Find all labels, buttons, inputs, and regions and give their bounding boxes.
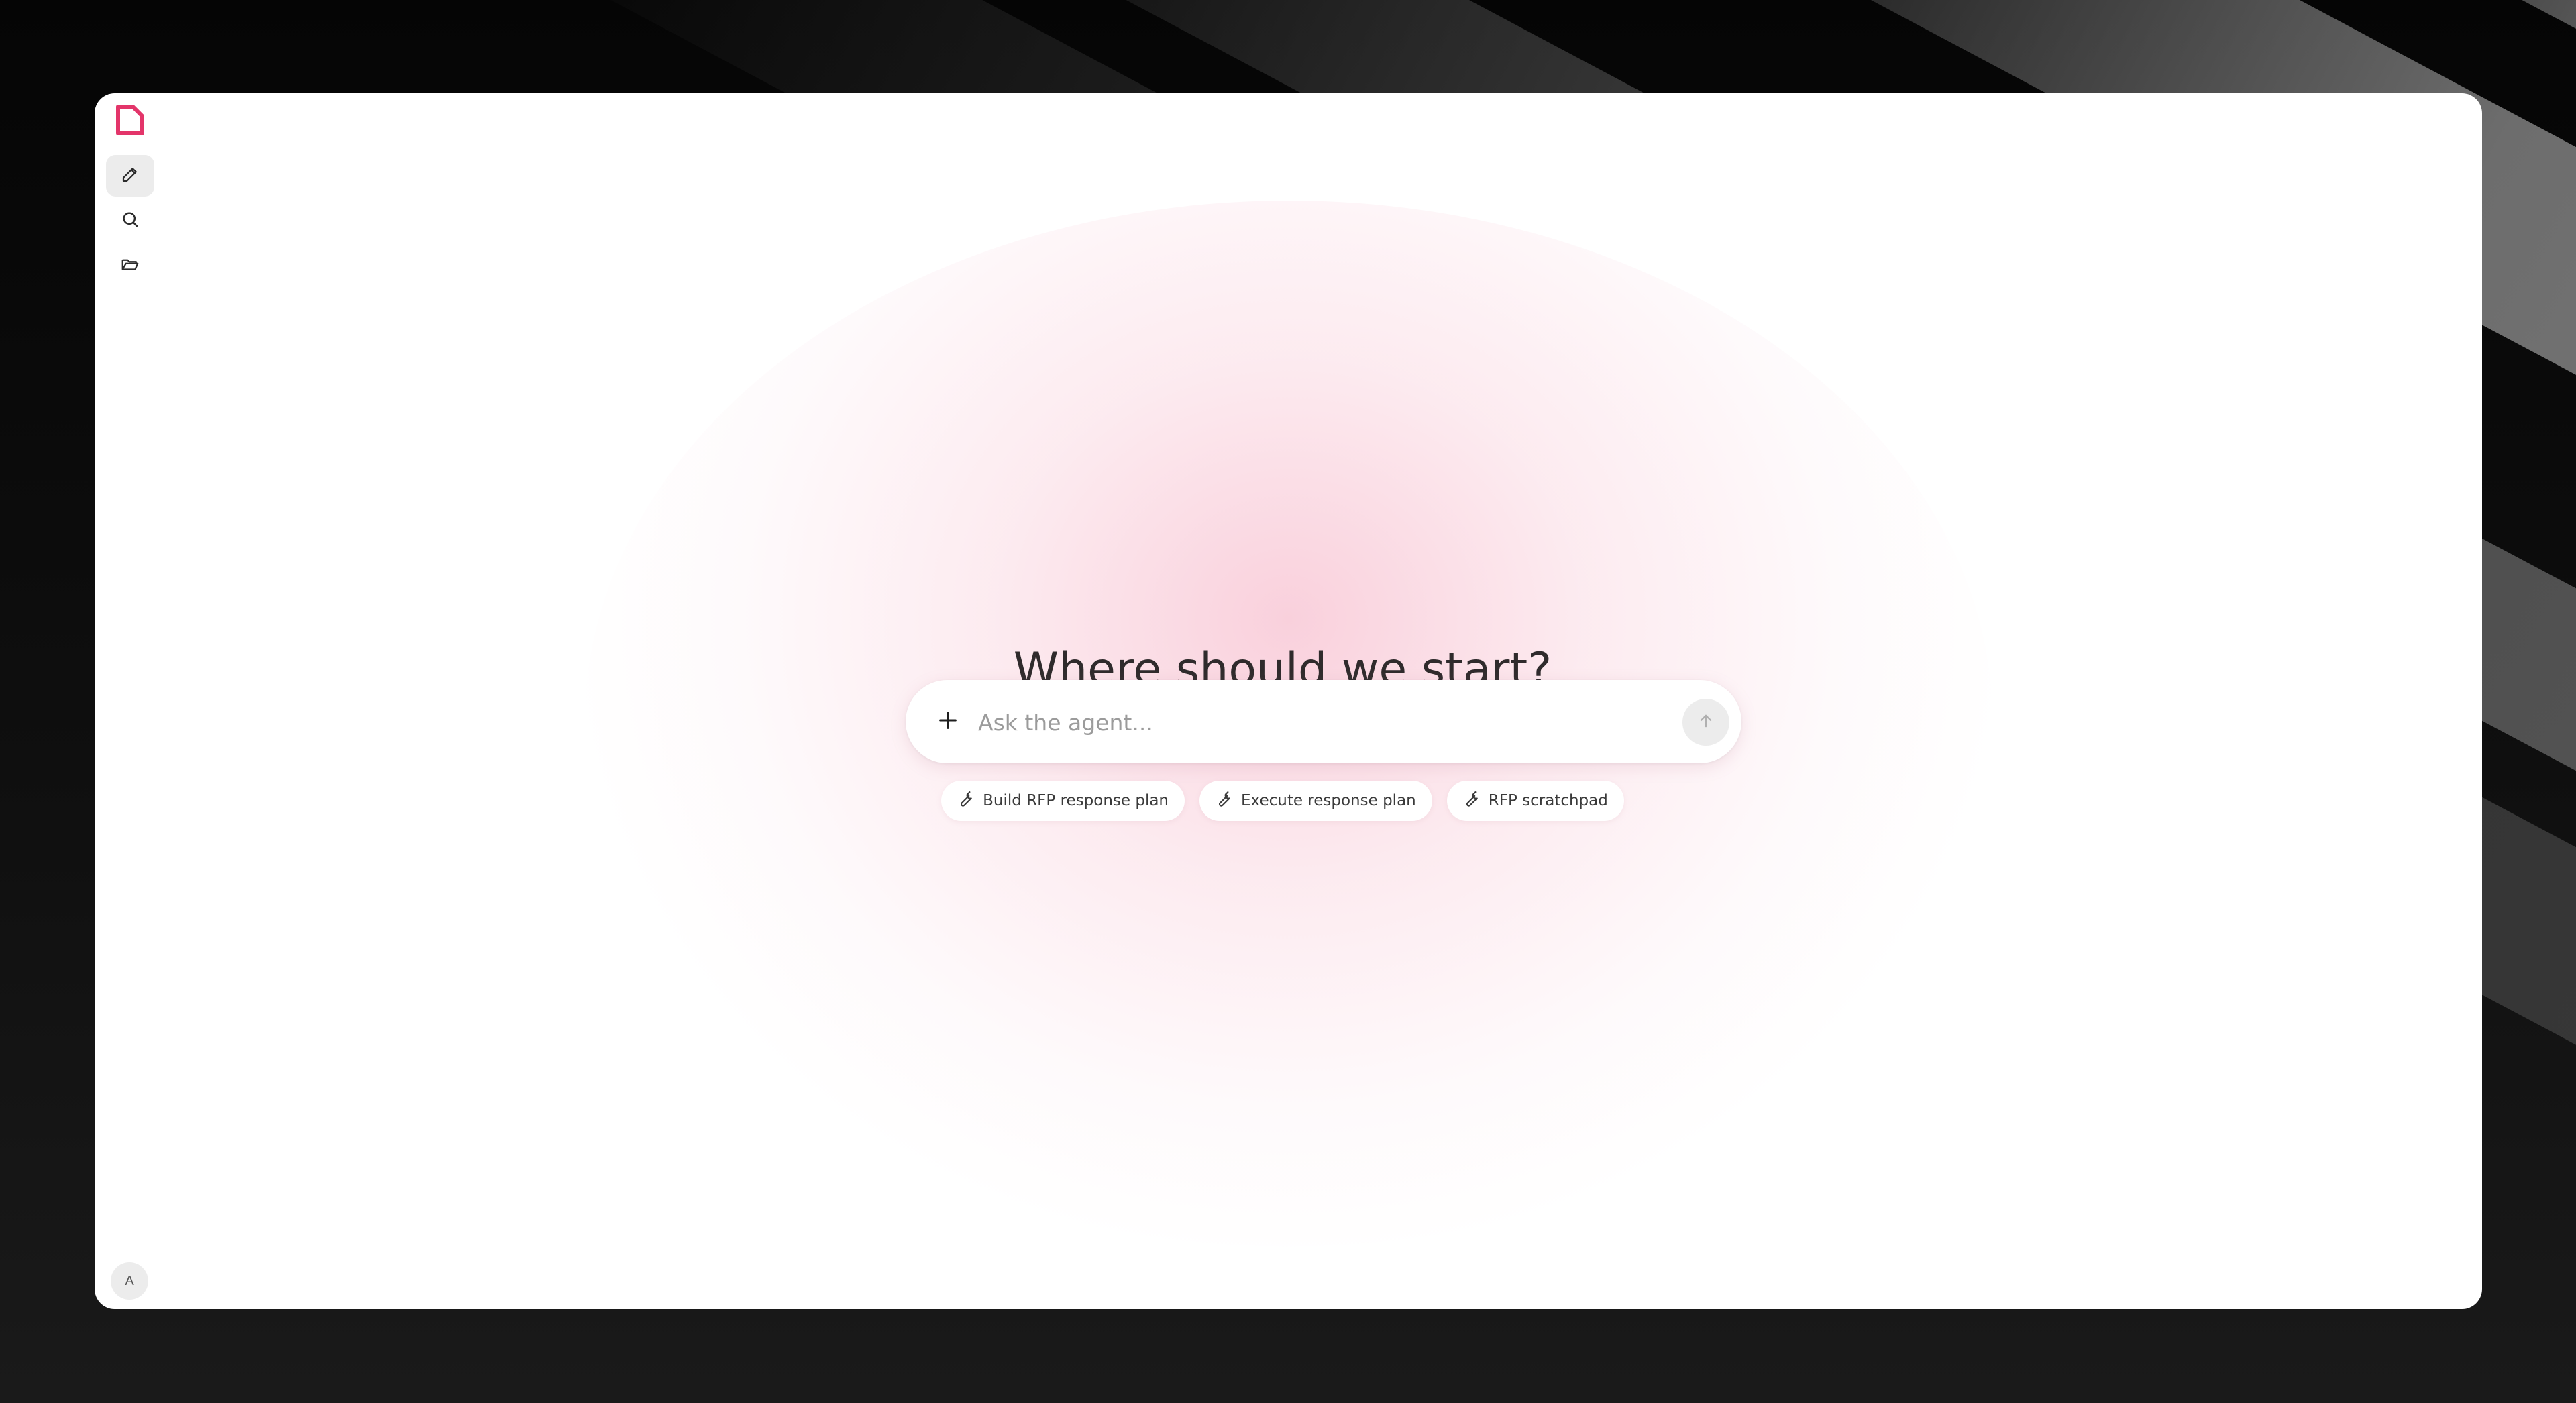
suggestion-label: Build RFP response plan xyxy=(983,792,1169,809)
suggestion-label: Execute response plan xyxy=(1241,792,1416,809)
avatar[interactable]: A xyxy=(111,1262,148,1300)
suggestion-list: Build RFP response plan Execute response… xyxy=(95,781,2471,821)
arrow-up-icon xyxy=(1697,712,1715,734)
document-logo-icon[interactable] xyxy=(113,103,148,137)
sidebar-rail: A xyxy=(95,93,168,1309)
search-icon xyxy=(120,209,140,233)
wrench-icon xyxy=(1462,789,1481,812)
app-window: A Where should we start? Ask the agent..… xyxy=(95,93,2482,1309)
plus-icon xyxy=(936,709,959,735)
attach-button[interactable] xyxy=(931,705,965,738)
wrench-icon xyxy=(1214,789,1233,812)
folder-open-icon xyxy=(120,254,140,278)
suggestion-chip-execute-response-plan[interactable]: Execute response plan xyxy=(1199,781,1432,821)
prompt-box xyxy=(906,680,1741,763)
suggestion-chip-build-rfp-response-plan[interactable]: Build RFP response plan xyxy=(941,781,1185,821)
sidebar-item-search[interactable] xyxy=(106,200,154,241)
sidebar-item-new-chat[interactable] xyxy=(106,155,154,197)
suggestion-chip-rfp-scratchpad[interactable]: RFP scratchpad xyxy=(1446,781,1624,821)
prompt-input[interactable] xyxy=(977,702,1650,743)
wrench-icon xyxy=(956,789,975,812)
pencil-icon xyxy=(120,164,140,188)
sidebar-item-projects[interactable] xyxy=(106,245,154,286)
send-button[interactable] xyxy=(1682,699,1729,746)
suggestion-label: RFP scratchpad xyxy=(1488,792,1608,809)
